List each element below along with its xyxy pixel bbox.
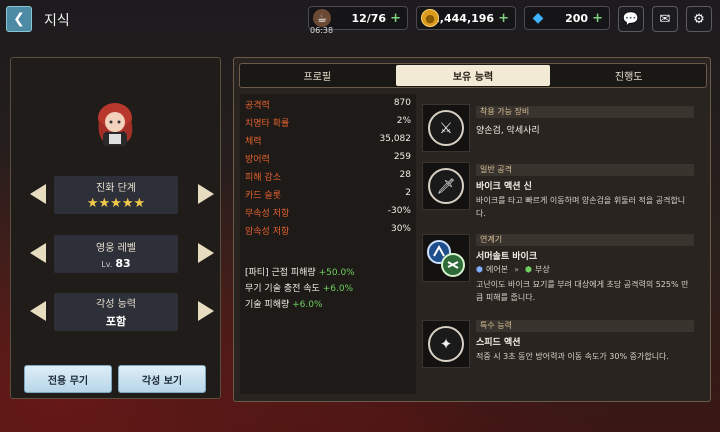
stat-row: 체력 35,082 [245,134,411,147]
sword-shield-icon: ⚔ [428,110,464,146]
settings-button[interactable]: ⚙ [686,6,712,32]
evolution-next-arrow[interactable] [198,184,214,204]
injury-icon: ⬢ [524,265,532,274]
level-prefix: Lv. [101,259,113,269]
gem-counter[interactable]: ◆ 200 + [524,6,610,30]
chain-from: 에어본 [485,265,509,274]
awakening-value: 포함 [105,315,127,328]
level-prev-arrow[interactable] [30,243,46,263]
arrow-left-icon: ❮ [13,11,25,27]
gem-icon: ◆ [532,10,544,26]
evolution-prev-arrow[interactable] [30,184,46,204]
level-value: 83 [115,256,131,270]
chain-skill-icon [427,240,465,277]
section-header: 특수 능력 [476,320,694,332]
airborne-icon: ⬢ [476,265,483,274]
tab-progress[interactable]: 진행도 [551,64,706,87]
awakening-label: 각성 능력 [96,299,136,310]
level-label: 영웅 레벨 [96,242,136,254]
skill-name: 서머솔트 바이크 [476,252,538,262]
sparkle-icon: ✦ [428,326,464,362]
evolution-stage-box: 진화 단계 ★★★★★ [54,176,178,214]
gold-plus-icon[interactable]: + [498,11,509,26]
skills-list: ⚔ 착용 가능 장비 양손검, 악세사리 🗡 일반 공격 바이크 액션 신 바이… [420,94,702,394]
stat-row: 카드 슬롯 2 [245,188,411,201]
top-bar: ❮ 지식 ☕ 12/76 + 06:38 ● 2,444,196 + ◆ 200… [0,0,720,38]
evolution-stars: ★★★★★ [86,196,146,211]
skill-icon-frame[interactable]: 🗡 [422,162,470,210]
stat-row: 방어력 259 [245,152,411,165]
stat-row: 공격력 870 [245,98,411,111]
skill-description: 바이크를 타고 빠르게 이동하며 양손검을 휘둘러 적을 공격합니다. [476,196,686,218]
stat-row: 암속성 저항 30% [245,224,411,237]
gold-coin-icon: ● [421,9,439,27]
skill-description: 적중 시 3초 동안 방어력과 이동 속도가 30% 증가합니다. [476,352,669,361]
hero-avatar [98,103,133,146]
gold-counter[interactable]: ● 2,444,196 + [416,6,516,30]
stamina-timer: 06:38 [310,26,334,35]
awakening-prev-arrow[interactable] [30,301,46,321]
tab-bar: 프로필 보유 능력 진행도 [239,63,707,88]
skill-description: 고난이도 바이크 묘기를 부려 대상에게 초당 공격력의 525% 만큼 피해를… [476,280,689,302]
bonus-line: 무기 기술 충전 속도 +6.0% [245,284,354,294]
evolution-label: 진화 단계 [96,183,136,194]
skill-name: 바이크 액션 신 [476,182,532,192]
gear-icon: ⚙ [693,11,705,27]
chain-condition: ⬢ 에어본 » ⬢ 부상 [476,264,550,275]
stamina-value: 12/76 [351,11,387,25]
chat-button[interactable]: 💬 [618,6,644,32]
info-panel: 프로필 보유 능력 진행도 공격력 870 치명타 확률 2% 체력 35,082 방… [233,57,711,402]
stat-row: 피해 감소 28 [245,170,411,183]
exclusive-weapon-button[interactable]: 전용 무기 [24,365,112,393]
gem-value: 200 [565,11,589,25]
awakening-next-arrow[interactable] [198,301,214,321]
tab-abilities[interactable]: 보유 능력 [395,65,551,86]
awakening-view-button[interactable]: 각성 보기 [118,365,206,393]
awakening-box: 각성 능력 포함 [54,293,178,331]
chat-bubble-icon: 💬 [622,11,640,27]
back-button[interactable]: ❮ [6,6,32,32]
chain-arrow-icon: » [514,265,519,274]
gem-plus-icon[interactable]: + [592,11,603,26]
coffee-cup-icon: ☕ [313,9,331,27]
mail-button[interactable]: ✉ [652,6,678,32]
stat-row: 치명타 확률 2% [245,116,411,129]
level-next-arrow[interactable] [198,243,214,263]
equipment-types: 양손검, 악세사리 [476,126,540,136]
mail-icon: ✉ [659,11,671,27]
skill-icon-frame[interactable] [422,234,470,282]
skill-icon-frame[interactable]: ✦ [422,320,470,368]
sword-icon: 🗡 [428,168,464,204]
page-title: 지식 [44,13,70,29]
skill-icon-frame: ⚔ [422,104,470,152]
chain-to: 부상 [534,265,550,274]
skill-name: 스피드 액션 [476,338,521,348]
bonus-line: [파티] 근접 피해량 +50.0% [245,268,355,278]
tab-profile[interactable]: 프로필 [240,64,395,87]
section-header: 일반 공격 [476,164,694,176]
section-header: 착용 가능 장비 [476,106,694,118]
stamina-plus-icon[interactable]: + [390,11,401,26]
stats-list: 공격력 870 치명타 확률 2% 체력 35,082 방어력 259 피해 감소 28 … [240,94,416,394]
hero-level-box: 영웅 레벨 Lv. 83 [54,235,178,273]
stat-row: 무속성 저항 -30% [245,206,411,219]
section-header: 연계기 [476,234,694,246]
hero-panel: 진화 단계 ★★★★★ 영웅 레벨 Lv. 83 각성 능력 포함 [10,57,221,399]
bonus-line: 기술 피해량 +6.0% [245,300,323,310]
gold-value: 2,444,196 [432,11,495,25]
